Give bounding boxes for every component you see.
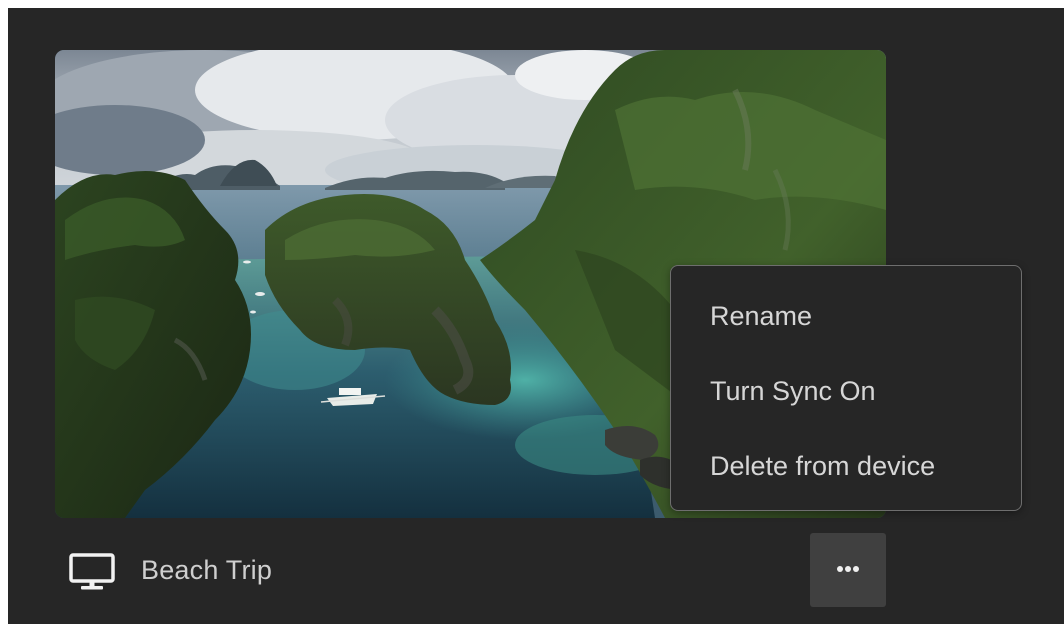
app-panel: Beach Trip Rename Turn Sync On Delete fr… — [8, 8, 1064, 624]
more-options-button[interactable] — [810, 533, 886, 607]
menu-item-rename[interactable]: Rename — [671, 286, 1021, 346]
more-horizontal-icon — [837, 566, 859, 572]
album-card: Beach Trip Rename Turn Sync On Delete fr… — [8, 8, 1064, 624]
album-footer: Beach Trip — [8, 530, 1064, 608]
context-menu: Rename Turn Sync On Delete from device — [670, 265, 1022, 511]
menu-item-turn-sync-on[interactable]: Turn Sync On — [671, 361, 1021, 421]
album-title: Beach Trip — [141, 555, 273, 585]
menu-item-delete-from-device[interactable]: Delete from device — [671, 436, 1021, 496]
desktop-computer-icon — [68, 553, 116, 591]
